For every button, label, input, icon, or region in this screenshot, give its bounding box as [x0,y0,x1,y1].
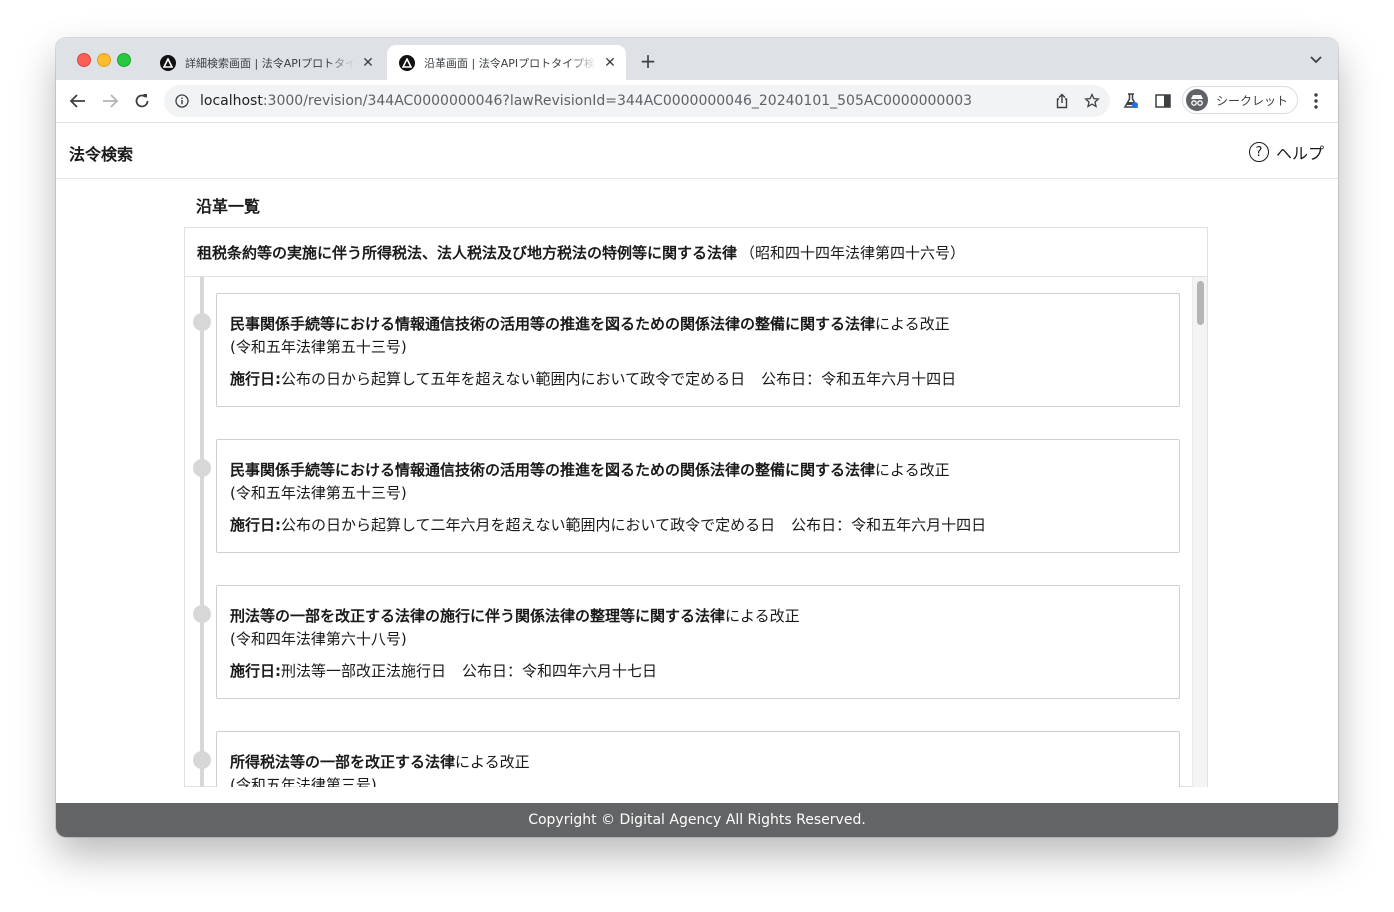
scrollbar-thumb[interactable] [1197,281,1204,325]
tab-title: 詳細検索画面 | 法令APIプロトタイプ [185,56,354,70]
revision-dates: 施行日:公布の日から起算して五年を超えない範囲内において政令で定める日 公布日：令… [230,370,957,388]
revision-number: (令和五年法律第五十三号) [230,484,407,502]
revision-title: 民事関係手続等における情報通信技術の活用等の推進を図るための関係法律の整備に関す… [230,315,950,333]
revision-list[interactable]: 民事関係手続等における情報通信技術の活用等の推進を図るための関係法律の整備に関す… [185,277,1207,787]
revision-card[interactable]: 民事関係手続等における情報通信技術の活用等の推進を図るための関係法律の整備に関す… [216,439,1180,553]
revision-panel: 租税条約等の実施に伴う所得税法、法人税法及び地方税法の特例等に関する法律 （昭和… [184,227,1208,787]
help-label: ヘルプ [1275,144,1324,163]
more-menu-icon[interactable] [1308,91,1324,111]
footer: Copyright © Digital Agency All Rights Re… [56,803,1338,837]
back-arrow-icon[interactable] [66,89,90,113]
copyright-text: Copyright © Digital Agency All Rights Re… [528,812,866,828]
url-text: localhost:3000/revision/344AC0000000046?… [200,93,973,109]
chevron-down-icon[interactable] [1308,53,1324,67]
revision-title: 民事関係手続等における情報通信技術の活用等の推進を図るための関係法律の整備に関す… [230,461,950,479]
revision-title: 刑法等の一部を改正する法律の施行に伴う関係法律の整理等に関する法律による改正 [230,607,800,625]
site-logo-icon [160,54,176,71]
revision-number: (令和五年法律第三号) [230,776,377,787]
forward-arrow-icon[interactable] [98,89,122,113]
revision-title: 所得税法等の一部を改正する法律による改正 [230,753,530,771]
revision-number: (令和四年法律第六十八号) [230,630,407,648]
scrollbar[interactable] [1192,277,1207,787]
new-tab-icon[interactable]: + [638,51,658,72]
app-header: 法令検索 ? ヘルプ [56,123,1338,179]
timeline-dot [193,751,211,769]
law-name: 租税条約等の実施に伴う所得税法、法人税法及び地方税法の特例等に関する法律 [197,243,738,262]
info-icon[interactable] [175,94,189,108]
tab-title: 沿革画面 | 法令APIプロトタイプ検索 [424,56,596,70]
timeline-dot [193,313,211,331]
site-logo-icon [399,54,415,71]
bookmark-star-icon[interactable] [1084,93,1100,109]
browser-toolbar: localhost:3000/revision/344AC0000000046?… [56,80,1338,123]
help-link[interactable]: ? ヘルプ [1248,140,1324,164]
revision-dates: 施行日:刑法等一部改正法施行日 公布日：令和四年六月十七日 [230,662,658,680]
close-window-button[interactable] [77,53,91,67]
share-icon[interactable] [1054,93,1070,109]
reload-icon[interactable] [130,89,154,113]
timeline-dot [193,459,211,477]
tab-revision[interactable]: 沿革画面 | 法令APIプロトタイプ検索 ✕ [387,45,626,80]
labs-flask-icon[interactable] [1122,92,1140,110]
timeline-dot [193,605,211,623]
revision-card[interactable]: 所得税法等の一部を改正する法律による改正 (令和五年法律第三号) [216,731,1180,787]
close-tab-icon[interactable]: ✕ [358,53,378,73]
maximize-window-button[interactable] [117,53,131,67]
revision-number: (令和五年法律第五十三号) [230,338,407,356]
incognito-profile-button[interactable]: シークレット [1182,86,1298,114]
timeline-line [200,277,204,787]
profile-label: シークレット [1216,93,1289,108]
page-title: 沿革一覧 [196,197,261,216]
law-number: （昭和四十四年法律第四十六号） [740,243,966,262]
browser-window: 詳細検索画面 | 法令APIプロトタイプ ✕ 沿革画面 | 法令APIプロトタイ… [56,38,1338,837]
page-content: 法令検索 ? ヘルプ 沿革一覧 租税条約等の実施に伴う所得税法、法人税法及び地方… [56,123,1338,837]
incognito-icon [1186,89,1208,111]
side-panel-icon[interactable] [1154,92,1172,110]
minimize-window-button[interactable] [97,53,111,67]
help-icon: ? [1248,142,1269,162]
tab-detail-search[interactable]: 詳細検索画面 | 法令APIプロトタイプ ✕ [148,45,384,80]
app-title-link[interactable]: 法令検索 [69,141,133,165]
revision-dates: 施行日:公布の日から起算して二年六月を超えない範囲内において政令で定める日 公布日… [230,516,987,534]
close-tab-icon[interactable]: ✕ [600,53,620,73]
tab-strip: 詳細検索画面 | 法令APIプロトタイプ ✕ 沿革画面 | 法令APIプロトタイ… [56,38,1338,80]
revision-card[interactable]: 刑法等の一部を改正する法律の施行に伴う関係法律の整理等に関する法律による改正 (… [216,585,1180,699]
address-bar[interactable]: localhost:3000/revision/344AC0000000046?… [164,85,1110,117]
revision-card[interactable]: 民事関係手続等における情報通信技術の活用等の推進を図るための関係法律の整備に関す… [216,293,1180,407]
law-title: 租税条約等の実施に伴う所得税法、法人税法及び地方税法の特例等に関する法律 （昭和… [185,228,1207,277]
